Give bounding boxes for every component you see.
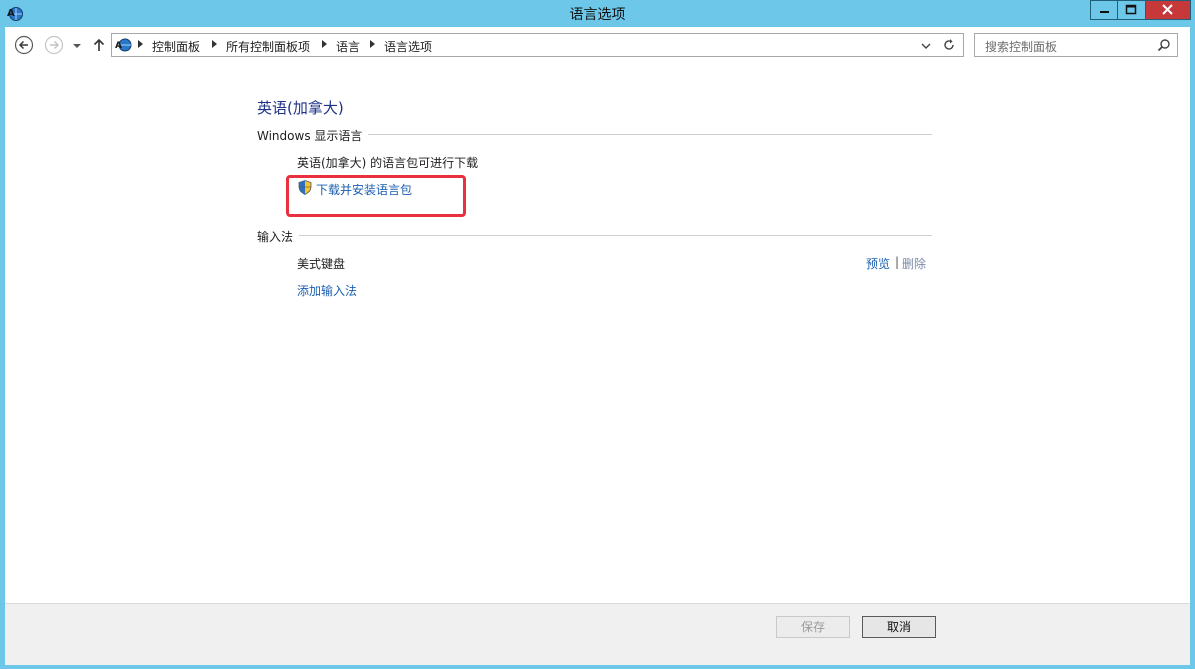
breadcrumb-language-options[interactable]: 语言选项	[384, 38, 432, 55]
up-arrow-icon	[93, 38, 105, 51]
breadcrumb-language[interactable]: 语言	[336, 38, 360, 55]
language-title: 英语(加拿大)	[257, 99, 344, 117]
search-icon[interactable]	[1157, 38, 1171, 52]
highlight-box	[286, 175, 466, 217]
title-bar: A 语言选项	[0, 0, 1195, 27]
breadcrumb-separator	[322, 40, 327, 48]
close-button[interactable]	[1146, 0, 1191, 20]
breadcrumb-separator	[138, 40, 143, 48]
up-button[interactable]	[91, 35, 107, 55]
chevron-down-icon[interactable]	[920, 40, 932, 52]
search-box[interactable]: 搜索控制面板	[974, 33, 1178, 57]
window-client: A 控制面板 所有控制面板项 语言 语言选项 搜索控制面板 英语(加拿大) Wi…	[5, 27, 1190, 665]
breadcrumb-separator	[370, 40, 375, 48]
control-panel-icon: A	[115, 38, 132, 52]
search-input[interactable]: 搜索控制面板	[985, 38, 1057, 55]
input-method-name: 美式键盘	[297, 257, 346, 271]
back-button[interactable]	[14, 35, 34, 55]
breadcrumb-separator	[212, 40, 217, 48]
maximize-icon	[1125, 4, 1137, 15]
refresh-icon[interactable]	[942, 38, 956, 52]
breadcrumb-all-items[interactable]: 所有控制面板项	[226, 38, 310, 55]
add-input-method-link[interactable]: 添加输入法	[297, 282, 357, 299]
link-divider: |	[895, 255, 900, 269]
footer-bar: 保存 取消	[5, 603, 1190, 665]
navigation-bar: A 控制面板 所有控制面板项 语言 语言选项 搜索控制面板	[5, 27, 1190, 65]
minimize-button[interactable]	[1090, 0, 1118, 20]
address-bar[interactable]: A 控制面板 所有控制面板项 语言 语言选项	[111, 33, 964, 57]
cancel-button[interactable]: 取消	[862, 616, 936, 638]
breadcrumb-control-panel[interactable]: 控制面板	[152, 38, 200, 55]
language-pack-status: 英语(加拿大) 的语言包可进行下载	[297, 156, 479, 170]
chevron-down-icon	[73, 44, 81, 48]
maximize-button[interactable]	[1118, 0, 1146, 20]
recent-pages-button[interactable]	[71, 35, 83, 55]
window-title: 语言选项	[569, 7, 626, 23]
section-divider	[257, 235, 932, 236]
forward-button[interactable]	[44, 35, 64, 55]
forward-arrow-icon	[44, 35, 64, 55]
delete-link[interactable]: 删除	[902, 255, 926, 272]
input-method-section-title: 输入法	[257, 228, 300, 245]
save-button[interactable]: 保存	[776, 616, 850, 638]
back-arrow-icon	[14, 35, 34, 55]
svg-text:A: A	[115, 41, 122, 51]
display-language-section-title: Windows 显示语言	[257, 127, 369, 144]
minimize-icon	[1100, 11, 1109, 13]
preview-link[interactable]: 预览	[866, 255, 890, 272]
close-icon	[1162, 4, 1173, 15]
